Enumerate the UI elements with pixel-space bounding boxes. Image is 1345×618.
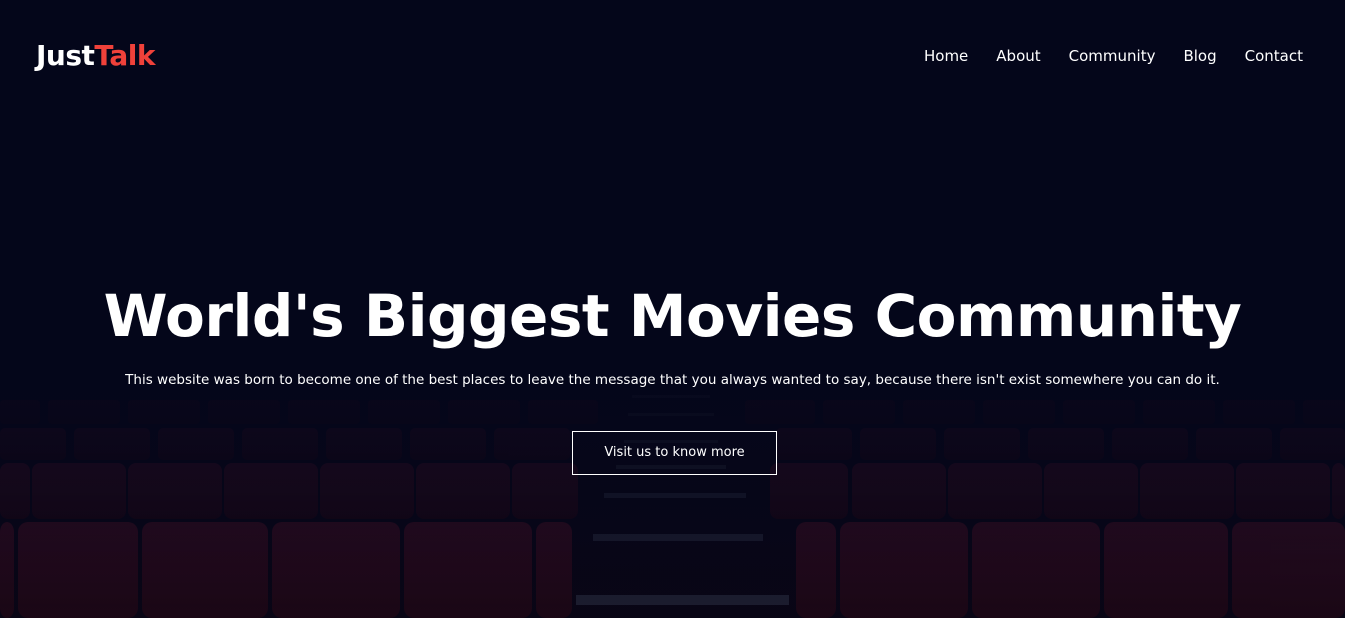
nav-item-community[interactable]: Community xyxy=(1069,44,1156,68)
nav-item-home[interactable]: Home xyxy=(924,44,968,68)
hero-subtitle: This website was born to become one of t… xyxy=(125,372,1220,388)
nav-item-about[interactable]: About xyxy=(996,44,1040,68)
brand-name-part2: Talk xyxy=(94,39,156,72)
visit-us-button[interactable]: Visit us to know more xyxy=(572,431,777,475)
main-nav: Home About Community Blog Contact xyxy=(896,44,1303,68)
hero-headline: World's Biggest Movies Community xyxy=(103,282,1242,350)
hero-section: JustTalk Home About Community Blog Conta… xyxy=(0,0,1345,618)
nav-item-blog[interactable]: Blog xyxy=(1183,44,1216,68)
navbar: JustTalk Home About Community Blog Conta… xyxy=(0,0,1345,112)
brand-name-part1: Just xyxy=(36,39,95,72)
nav-item-contact[interactable]: Contact xyxy=(1245,44,1303,68)
brand-logo[interactable]: JustTalk xyxy=(36,36,156,76)
